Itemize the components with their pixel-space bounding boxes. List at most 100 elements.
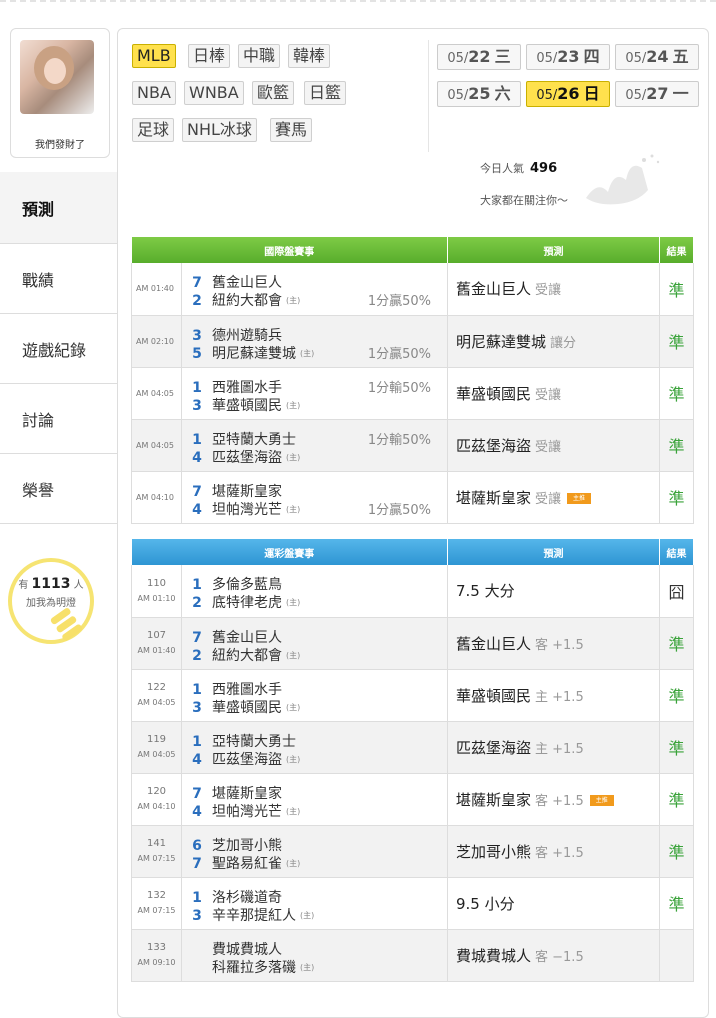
prediction-pick: 芝加哥小熊 xyxy=(456,842,532,861)
date-0527[interactable]: 05/27 一 xyxy=(615,81,699,107)
league-mlb[interactable]: MLB xyxy=(132,44,176,68)
prediction-line: 讓分 xyxy=(550,335,577,351)
table-row: AM 04:05 1 西雅圖水手 3 華盛頓國民 (主) 1分輸50% 華盛頓國民 受讓… xyxy=(131,367,694,420)
game-time-cell: 133 AM 09:10 xyxy=(131,929,182,982)
home-score: 4 xyxy=(192,501,202,518)
game-number: 133 xyxy=(146,942,167,953)
prediction-pick: 7.5 大分 xyxy=(456,582,515,601)
home-score: 3 xyxy=(192,397,202,414)
game-time: AM 01:40 xyxy=(137,646,176,655)
prediction-pick: 舊金山巨人 xyxy=(456,280,532,299)
league-jp-basketball[interactable]: 日籃 xyxy=(304,81,347,105)
home-score: 2 xyxy=(192,647,202,664)
home-team[interactable]: 科羅拉多落磯 xyxy=(212,959,296,977)
league-npb[interactable]: 日棒 xyxy=(188,44,231,68)
date-0523[interactable]: 05/23 四 xyxy=(526,44,610,70)
matchup-cell: 6 芝加哥小熊 7 聖路易紅雀 (主) xyxy=(181,825,448,878)
fans-caption: 加我為明燈 xyxy=(26,598,76,609)
prediction-line: 客 −1.5 xyxy=(535,949,584,965)
away-team[interactable]: 舊金山巨人 xyxy=(212,629,282,647)
home-team[interactable]: 明尼蘇達雙城 xyxy=(212,345,296,363)
league-soccer[interactable]: 足球 xyxy=(132,118,175,142)
date-0524[interactable]: 05/24 五 xyxy=(615,44,699,70)
home-team[interactable]: 華盛頓國民 xyxy=(212,699,282,717)
league-cpbl[interactable]: 中職 xyxy=(238,44,281,68)
sidebar-item-label: 遊戲紀錄 xyxy=(22,340,87,360)
home-team[interactable]: 底特律老虎 xyxy=(212,594,282,612)
away-team[interactable]: 德州遊騎兵 xyxy=(212,327,282,345)
league-wnba[interactable]: WNBA xyxy=(184,81,244,105)
away-team[interactable]: 西雅圖水手 xyxy=(212,379,282,397)
league-kbo[interactable]: 韓棒 xyxy=(288,44,331,68)
prediction-cell: 華盛頓國民 受讓 xyxy=(447,367,660,420)
league-euro-basketball[interactable]: 歐籃 xyxy=(252,81,295,105)
date-0525[interactable]: 05/25 六 xyxy=(437,81,521,107)
result-cell: 準 xyxy=(659,367,694,420)
home-score: 3 xyxy=(192,699,202,716)
away-score: 1 xyxy=(192,733,202,750)
away-team[interactable]: 多倫多藍鳥 xyxy=(212,576,282,594)
sidebar-item-game-log[interactable]: 遊戲紀錄 xyxy=(0,314,118,384)
prediction-cell: 堪薩斯皇家客 +1.5 主推 xyxy=(447,773,660,826)
prediction-line: 受讓 xyxy=(535,387,562,403)
away-team[interactable]: 芝加哥小熊 xyxy=(212,837,282,855)
away-team[interactable]: 亞特蘭大勇士 xyxy=(212,431,296,449)
home-team[interactable]: 辛辛那提紅人 xyxy=(212,907,296,925)
home-team[interactable]: 坦帕灣光芒 xyxy=(212,501,282,519)
matchup-cell: 7 堪薩斯皇家 4 坦帕灣光芒 (主) xyxy=(181,773,448,826)
home-team[interactable]: 匹茲堡海盜 xyxy=(212,751,282,769)
home-score: 5 xyxy=(192,345,202,362)
prediction-pick: 9.5 小分 xyxy=(456,894,515,913)
league-nba[interactable]: NBA xyxy=(132,81,176,105)
prediction-line: 客 +1.5 xyxy=(535,793,584,809)
date-0526[interactable]: 05/26 日 xyxy=(526,81,610,107)
away-team[interactable]: 舊金山巨人 xyxy=(212,274,282,292)
sidebar-item-honor[interactable]: 榮譽 xyxy=(0,454,118,524)
handicap-record: 1分贏50% xyxy=(367,502,431,518)
prediction-line: 客 +1.5 xyxy=(535,637,584,653)
away-team[interactable]: 費城費城人 xyxy=(212,941,282,959)
game-time: AM 04:10 xyxy=(137,802,176,811)
away-score: 1 xyxy=(192,431,202,448)
game-number: 120 xyxy=(146,786,167,797)
away-team[interactable]: 亞特蘭大勇士 xyxy=(212,733,296,751)
league-horse-racing[interactable]: 賽馬 xyxy=(270,118,313,142)
avatar[interactable] xyxy=(20,40,94,114)
handicap-record: 1分輸50% xyxy=(367,432,431,448)
away-score: 7 xyxy=(192,629,202,646)
table-row: AM 02:10 3 德州遊騎兵 5 明尼蘇達雙城 (主) 1分贏50% 明尼蘇達雙城… xyxy=(131,315,694,368)
game-time-cell: 132 AM 07:15 xyxy=(131,877,182,930)
away-team[interactable]: 洛杉磯道奇 xyxy=(212,889,282,907)
home-team[interactable]: 坦帕灣光芒 xyxy=(212,803,282,821)
home-team[interactable]: 華盛頓國民 xyxy=(212,397,282,415)
away-team[interactable]: 堪薩斯皇家 xyxy=(212,785,282,803)
home-team[interactable]: 紐約大都會 xyxy=(212,647,282,665)
sidebar-item-record[interactable]: 戰績 xyxy=(0,244,118,314)
home-tag: (主) xyxy=(300,348,315,358)
result-cell: 準 xyxy=(659,315,694,368)
game-number: 107 xyxy=(146,630,167,641)
league-nhl[interactable]: NHL冰球 xyxy=(182,118,257,142)
prediction-cell: 華盛頓國民主 +1.5 xyxy=(447,669,660,722)
game-time-cell: 119 AM 04:05 xyxy=(131,721,182,774)
table-row: 141 AM 07:15 6 芝加哥小熊 7 聖路易紅雀 (主) 芝加哥小熊客 +1.5… xyxy=(131,825,694,878)
game-time-cell: 120 AM 04:10 xyxy=(131,773,182,826)
sidebar-item-label: 榮譽 xyxy=(22,480,55,500)
table-row: AM 04:05 1 亞特蘭大勇士 4 匹茲堡海盜 (主) 1分輸50% 匹茲堡海盜受… xyxy=(131,419,694,472)
home-team[interactable]: 匹茲堡海盜 xyxy=(212,449,282,467)
sidebar-item-predict[interactable]: 預測 xyxy=(0,172,118,244)
prediction-cell: 9.5 小分 xyxy=(447,877,660,930)
result-cell: 準 xyxy=(659,773,694,826)
home-team[interactable]: 聖路易紅雀 xyxy=(212,855,282,873)
sidebar-item-label: 預測 xyxy=(22,199,55,219)
result-cell: 囧 xyxy=(659,565,694,618)
home-team[interactable]: 紐約大都會 xyxy=(212,292,282,310)
handicap-record: 1分輸50% xyxy=(367,380,431,396)
away-team[interactable]: 堪薩斯皇家 xyxy=(212,483,282,501)
prediction-pick: 舊金山巨人 xyxy=(456,634,532,653)
game-number: 119 xyxy=(146,734,167,745)
home-tag: (主) xyxy=(286,400,301,410)
away-team[interactable]: 西雅圖水手 xyxy=(212,681,282,699)
date-0522[interactable]: 05/22 三 xyxy=(437,44,521,70)
sidebar-item-discuss[interactable]: 討論 xyxy=(0,384,118,454)
